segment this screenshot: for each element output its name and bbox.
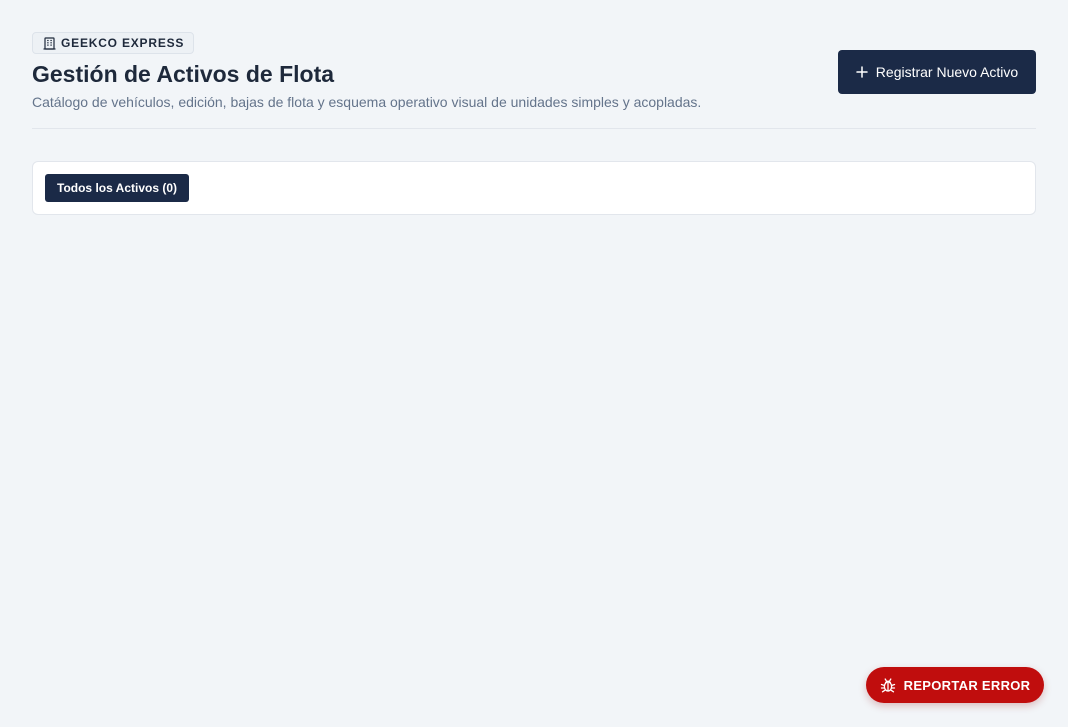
brand-name: GEEKCO EXPRESS	[61, 36, 185, 50]
report-error-label: REPORTAR ERROR	[903, 677, 1031, 693]
page: GEEKCO EXPRESS Gestión de Activos de Flo…	[0, 0, 1068, 727]
brand-badge: GEEKCO EXPRESS	[32, 32, 195, 54]
page-title: Gestión de Activos de Flota	[32, 61, 335, 87]
filter-bar: Todos los Activos (0)	[32, 161, 1036, 215]
building-icon	[43, 36, 56, 50]
register-asset-label: Registrar Nuevo Activo	[875, 64, 1019, 80]
page-header: GEEKCO EXPRESS Gestión de Activos de Flo…	[32, 32, 1036, 129]
plus-icon	[856, 66, 868, 78]
bug-icon	[880, 677, 896, 693]
tab-all-assets[interactable]: Todos los Activos (0)	[45, 174, 190, 202]
page-subtitle: Catálogo de vehículos, edición, bajas de…	[32, 94, 702, 110]
report-error-button[interactable]: REPORTAR ERROR	[866, 667, 1044, 703]
register-asset-button[interactable]: Registrar Nuevo Activo	[838, 50, 1036, 94]
